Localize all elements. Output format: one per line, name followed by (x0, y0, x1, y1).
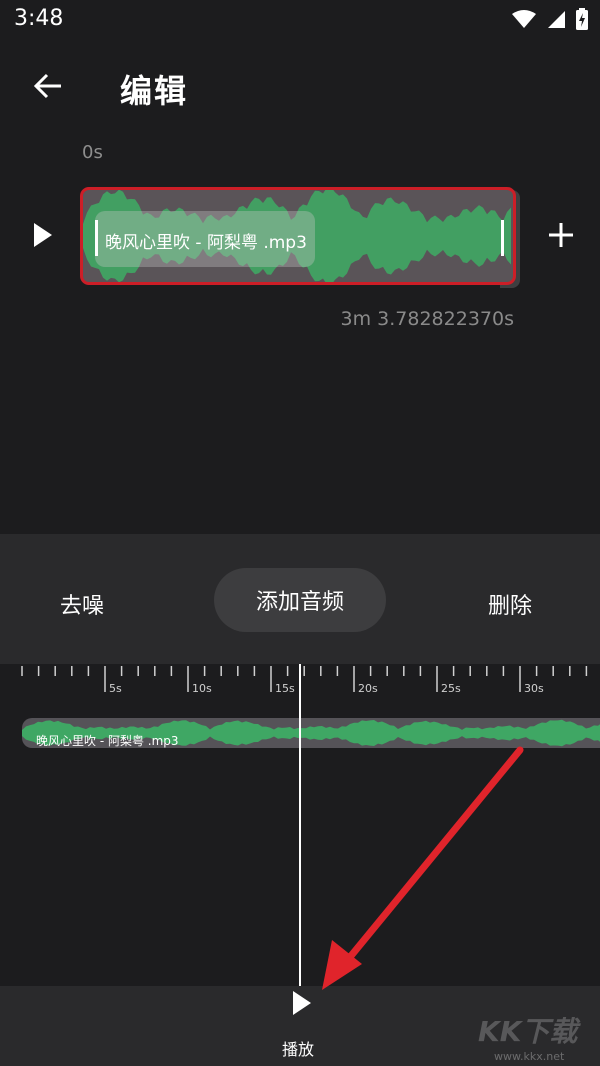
signal-icon (546, 9, 566, 33)
track-name: 晚风心里吹 - 阿梨粤 .mp3 (36, 734, 179, 748)
play-button[interactable] (288, 990, 316, 1020)
denoise-button[interactable]: 去噪 (60, 588, 104, 620)
clip-name: 晚风心里吹 - 阿梨粤 .mp3 (105, 233, 307, 253)
audio-clip[interactable]: 晚风心里吹 - 阿梨粤 .mp3 (80, 187, 516, 285)
play-icon (32, 222, 54, 252)
ruler-tick-label: 5s (109, 682, 122, 695)
play-label[interactable]: 播放 (282, 1036, 314, 1060)
ruler-tick-label: 20s (358, 682, 378, 695)
playhead[interactable] (299, 664, 301, 988)
play-icon (291, 990, 313, 1020)
ruler-tick-label: 15s (275, 682, 295, 695)
page-title: 编辑 (120, 72, 189, 110)
status-icons (512, 8, 588, 34)
timeline-track[interactable]: 晚风心里吹 - 阿梨粤 .mp3 (22, 718, 600, 748)
delete-button[interactable]: 删除 (488, 588, 532, 620)
wifi-icon (512, 9, 536, 33)
preview-play-button[interactable] (26, 220, 60, 254)
plus-icon (548, 222, 574, 252)
ruler-tick-label: 25s (441, 682, 461, 695)
clip-trim-handle-left[interactable] (95, 220, 98, 256)
back-arrow-icon (33, 73, 63, 103)
add-clip-button[interactable] (542, 218, 580, 256)
battery-icon (576, 8, 588, 34)
status-time: 3:48 (14, 6, 64, 31)
watermark-url: www.kkx.net (494, 1050, 565, 1063)
back-button[interactable] (26, 66, 70, 110)
clip-trim-handle-right[interactable] (501, 220, 504, 256)
duration-label: 3m 3.782822370s (340, 308, 514, 330)
start-time-label: 0s (82, 142, 103, 163)
add-audio-button[interactable]: 添加音频 (214, 568, 386, 632)
ruler-tick-label: 30s (524, 682, 544, 695)
ruler-tick-label: 10s (192, 682, 212, 695)
watermark: KK下载 (478, 1015, 578, 1048)
